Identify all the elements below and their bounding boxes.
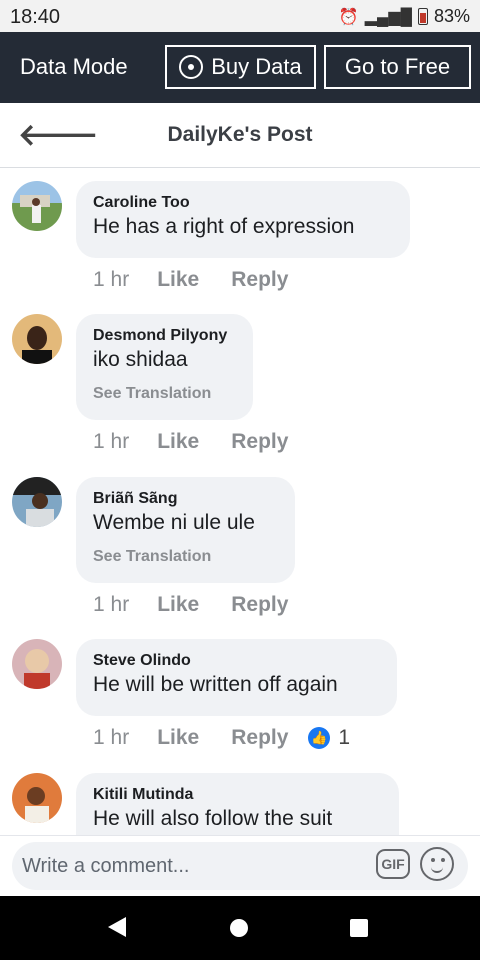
data-mode-bar: Data Mode Buy Data Go to Free (0, 32, 480, 103)
like-button[interactable]: Like (157, 593, 199, 617)
comment-author[interactable]: Desmond Pilyony (93, 327, 235, 345)
comment-author[interactable]: Briãñ Sãng (93, 490, 277, 508)
comment-time: 1 hr (93, 430, 130, 453)
comment-time: 1 hr (93, 268, 130, 291)
see-translation-link[interactable]: See Translation (93, 548, 277, 566)
reaction-summary[interactable]: 👍 1 (308, 726, 350, 750)
avatar[interactable] (12, 181, 62, 231)
avatar-image (12, 314, 62, 364)
comment-actions: 1 hr Like Reply (93, 268, 288, 292)
go-to-free-button[interactable]: Go to Free (324, 45, 471, 89)
nav-recents-icon[interactable] (350, 919, 368, 937)
battery-icon (417, 8, 428, 25)
avatar-image (12, 181, 62, 231)
comment-author[interactable]: Kitili Mutinda (93, 786, 381, 804)
battery-percent: 83% (433, 6, 470, 26)
emoji-mouth (431, 863, 443, 873)
comment-bubble[interactable]: Desmond Pilyony iko shidaa See Translati… (76, 314, 253, 420)
comment-text: He will also follow the suit (93, 807, 333, 830)
reply-button[interactable]: Reply (231, 593, 288, 617)
avatar[interactable] (12, 773, 62, 823)
status-time: 18:40 (10, 6, 61, 28)
emoji-eye-right (441, 858, 445, 862)
status-icons: ⏰ ▂▄▆█ 83% (339, 6, 470, 27)
avatar-image (12, 639, 62, 689)
status-bar: 18:40 ⏰ ▂▄▆█ 83% (0, 0, 480, 32)
reply-button[interactable]: Reply (231, 430, 288, 454)
comment-author[interactable]: Caroline Too (93, 194, 392, 212)
comment-bubble[interactable]: Caroline Too He has a right of expressio… (76, 181, 410, 258)
comment-actions: 1 hr Like Reply (93, 593, 288, 617)
comment-bubble[interactable]: Briãñ Sãng Wembe ni ule ule See Translat… (76, 477, 295, 583)
comment-time: 1 hr (93, 593, 130, 616)
comment-bubble[interactable]: Steve Olindo He will be written off agai… (76, 639, 397, 716)
like-button[interactable]: Like (157, 726, 199, 750)
buy-data-label: Buy Data (211, 54, 302, 79)
buy-data-button[interactable]: Buy Data (165, 45, 316, 89)
alarm-icon: ⏰ (338, 8, 359, 26)
avatar[interactable] (12, 477, 62, 527)
thumbs-up-icon: 👍 (308, 727, 331, 749)
comment-bubble[interactable]: Kitili Mutinda He will also follow the s… (76, 773, 399, 835)
comment-text: iko shidaa (93, 348, 188, 371)
go-to-free-label: Go to Free (344, 54, 451, 79)
system-navigation-bar (0, 896, 480, 960)
reply-button[interactable]: Reply (231, 268, 288, 292)
emoji-icon[interactable] (420, 847, 454, 881)
comment-text: Wembe ni ule ule (93, 511, 255, 534)
broadcast-icon (179, 55, 204, 79)
avatar-image (12, 477, 62, 527)
reply-button[interactable]: Reply (231, 726, 288, 750)
avatar-image (12, 773, 62, 823)
comment-text: He has a right of expression (93, 215, 355, 238)
comments-list[interactable]: Caroline Too He has a right of expressio… (0, 168, 480, 835)
like-button[interactable]: Like (157, 268, 199, 292)
comment-author[interactable]: Steve Olindo (93, 652, 379, 670)
page-title: DailyKe's Post (167, 123, 313, 146)
comment-time: 1 hr (93, 726, 130, 749)
reaction-count: 1 (338, 726, 351, 749)
nav-home-icon[interactable] (230, 919, 248, 937)
like-button[interactable]: Like (157, 430, 199, 454)
comment-text: He will be written off again (93, 673, 338, 696)
comment-composer: GIF (0, 835, 480, 897)
post-header: 🡐 DailyKe's Post (0, 103, 480, 168)
avatar[interactable] (12, 639, 62, 689)
data-mode-label: Data Mode (20, 54, 128, 79)
gif-button[interactable]: GIF (376, 849, 410, 879)
see-translation-link[interactable]: See Translation (93, 385, 235, 403)
emoji-eye-left (431, 858, 435, 862)
nav-back-icon[interactable] (108, 917, 126, 937)
comment-actions: 1 hr Like Reply (93, 430, 288, 454)
signal-icon: ▂▄▆█ (364, 8, 412, 26)
comment-actions: 1 hr Like Reply 👍 1 (93, 726, 350, 750)
avatar[interactable] (12, 314, 62, 364)
